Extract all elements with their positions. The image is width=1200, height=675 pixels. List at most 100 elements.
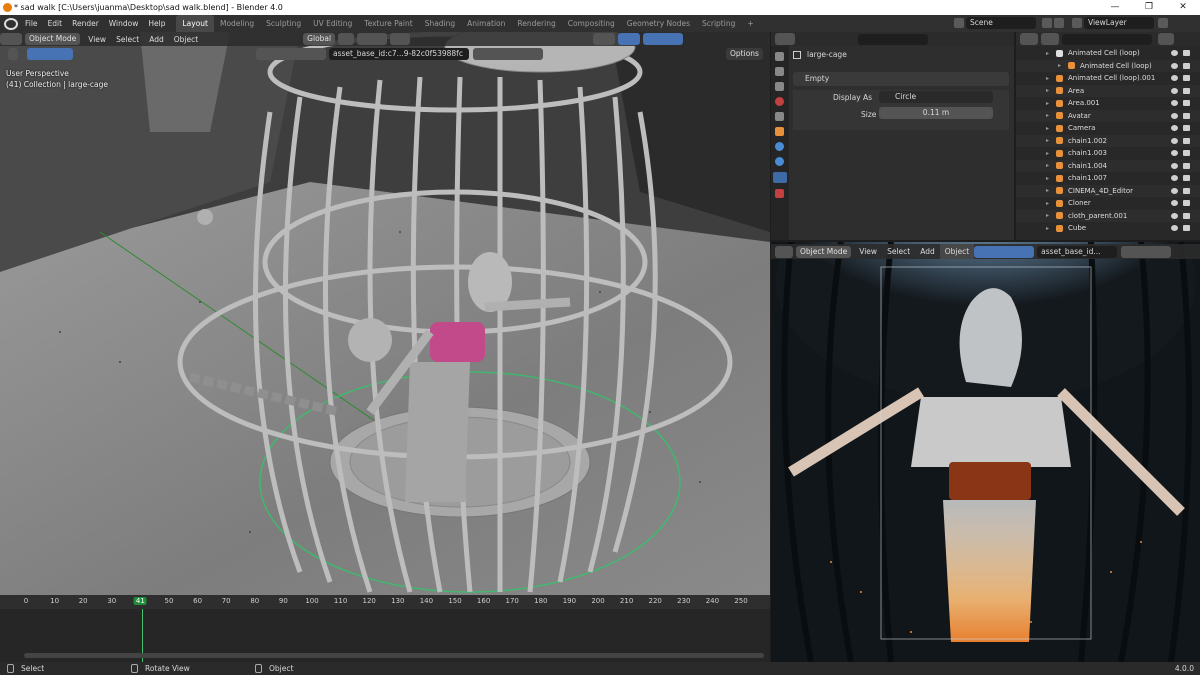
- visibility-eye-icon[interactable]: [1171, 150, 1178, 156]
- outliner-row[interactable]: ▸ Animated Cell (loop): [1016, 47, 1200, 60]
- render-asset-tools[interactable]: [1121, 245, 1172, 258]
- expand-arrow-icon[interactable]: ▸: [1046, 75, 1049, 82]
- minimize-button[interactable]: —: [1098, 0, 1132, 15]
- expand-arrow-icon[interactable]: ▸: [1046, 150, 1049, 157]
- visibility-eye-icon[interactable]: [1171, 200, 1178, 206]
- tab-constraints-icon[interactable]: [775, 157, 784, 166]
- properties-editor-type[interactable]: [775, 33, 795, 45]
- asset-tools[interactable]: [473, 48, 543, 60]
- outliner-row[interactable]: ▸ Area: [1016, 84, 1200, 97]
- render-camera-icon[interactable]: [1183, 175, 1190, 181]
- outliner-row[interactable]: ▸ Camera: [1016, 122, 1200, 135]
- render-visibility-icons[interactable]: [974, 245, 1035, 258]
- viewport-menu-object[interactable]: Object: [169, 32, 203, 46]
- proportional-button[interactable]: [390, 33, 411, 45]
- tab-output-icon[interactable]: [775, 82, 784, 91]
- tab-data-icon[interactable]: [773, 172, 787, 183]
- outliner-row[interactable]: ▸ chain1.007: [1016, 172, 1200, 185]
- new-viewlayer-icon[interactable]: [1158, 18, 1168, 28]
- expand-arrow-icon[interactable]: ▸: [1046, 200, 1049, 207]
- viewport-menu-add[interactable]: Add: [144, 32, 169, 46]
- tab-sculpting[interactable]: Sculpting: [260, 15, 307, 32]
- tab-texture-icon[interactable]: [775, 189, 784, 198]
- outliner-editor-type[interactable]: [1020, 33, 1038, 45]
- tab-texture-paint[interactable]: Texture Paint: [358, 15, 418, 32]
- expand-arrow-icon[interactable]: ▸: [1058, 62, 1061, 69]
- expand-arrow-icon[interactable]: ▸: [1046, 125, 1049, 132]
- visibility-eye-icon[interactable]: [1171, 50, 1178, 56]
- display-as-dropdown[interactable]: Circle: [879, 91, 993, 103]
- viewport-menu-view[interactable]: View: [83, 32, 111, 46]
- expand-arrow-icon[interactable]: ▸: [1046, 225, 1049, 232]
- visibility-eye-icon[interactable]: [1171, 75, 1178, 81]
- tab-shading[interactable]: Shading: [419, 15, 461, 32]
- tab-render-icon[interactable]: [775, 67, 784, 76]
- render-camera-icon[interactable]: [1183, 100, 1190, 106]
- menu-file[interactable]: File: [20, 15, 43, 32]
- filter-button[interactable]: [1158, 33, 1174, 45]
- add-workspace-button[interactable]: +: [741, 15, 759, 32]
- render-menu-view[interactable]: View: [854, 244, 882, 259]
- render-object-mode-dropdown[interactable]: Object Mode: [796, 245, 852, 258]
- orientation-dropdown[interactable]: Global: [303, 33, 336, 45]
- render-camera-icon[interactable]: [1183, 187, 1190, 194]
- expand-arrow-icon[interactable]: ▸: [1046, 162, 1049, 169]
- outliner-row[interactable]: ▸ chain1.002: [1016, 134, 1200, 147]
- render-camera-icon[interactable]: [1183, 137, 1190, 144]
- maximize-button[interactable]: ❐: [1132, 0, 1166, 15]
- properties-search[interactable]: [858, 33, 928, 45]
- 3d-viewport[interactable]: Object Mode View Select Add Object Globa…: [0, 32, 770, 595]
- menu-render[interactable]: Render: [67, 15, 104, 32]
- tab-compositing[interactable]: Compositing: [562, 15, 621, 32]
- render-camera-icon[interactable]: [1183, 62, 1190, 69]
- visibility-eye-icon[interactable]: [1171, 112, 1178, 119]
- timeline[interactable]: 0 10 20 30 41 50 60 70 80 90 100 110 120 130 140 150 160…: [0, 595, 770, 662]
- tab-object-icon[interactable]: [775, 127, 784, 136]
- outliner-search[interactable]: [1062, 33, 1152, 45]
- render-camera-icon[interactable]: [1183, 150, 1190, 156]
- tab-layout[interactable]: Layout: [176, 15, 214, 32]
- visibility-eye-icon[interactable]: [1171, 137, 1178, 144]
- expand-arrow-icon[interactable]: ▸: [1046, 212, 1049, 219]
- tab-uv-editing[interactable]: UV Editing: [307, 15, 358, 32]
- render-camera-icon[interactable]: [1183, 112, 1190, 119]
- visibility-eye-icon[interactable]: [1171, 175, 1178, 181]
- overlay-button[interactable]: [618, 33, 641, 45]
- viewlayer-field[interactable]: ViewLayer: [1084, 17, 1154, 29]
- outliner-row[interactable]: ▸ CINEMA_4D_Editor: [1016, 184, 1200, 197]
- outliner-row[interactable]: ▸ chain1.004: [1016, 159, 1200, 172]
- object-mode-dropdown[interactable]: Object Mode: [25, 33, 81, 45]
- tab-geometry-nodes[interactable]: Geometry Nodes: [621, 15, 696, 32]
- tab-tool-icon[interactable]: [775, 52, 784, 61]
- viewport-menu-select[interactable]: Select: [111, 32, 144, 46]
- asset-search-input[interactable]: asset_base_id:c7...9-82c0f53988fc: [329, 48, 469, 60]
- empty-panel-header[interactable]: Empty: [793, 72, 1009, 86]
- visibility-eye-icon[interactable]: [1171, 225, 1178, 231]
- visibility-eye-icon[interactable]: [1171, 162, 1178, 169]
- expand-arrow-icon[interactable]: ▸: [1046, 175, 1049, 182]
- object-visibility-icons[interactable]: [256, 48, 326, 60]
- tab-physics-icon[interactable]: [775, 142, 784, 151]
- shading-solid-button[interactable]: [643, 33, 684, 45]
- visibility-eye-icon[interactable]: [1171, 187, 1178, 194]
- outliner-row[interactable]: ▸ Cube: [1016, 222, 1200, 235]
- snap-button[interactable]: [357, 33, 388, 45]
- menu-window[interactable]: Window: [104, 15, 144, 32]
- visibility-eye-icon[interactable]: [1171, 100, 1178, 106]
- gizmo-button[interactable]: [593, 33, 616, 45]
- tab-scene-icon[interactable]: [775, 97, 784, 106]
- render-camera-icon[interactable]: [1183, 200, 1190, 206]
- render-camera-icon[interactable]: [1183, 50, 1190, 56]
- tab-animation[interactable]: Animation: [461, 15, 511, 32]
- render-camera-icon[interactable]: [1183, 212, 1190, 219]
- visibility-eye-icon[interactable]: [1171, 125, 1178, 131]
- pivot-button[interactable]: [338, 33, 355, 45]
- expand-arrow-icon[interactable]: ▸: [1046, 112, 1049, 119]
- menu-edit[interactable]: Edit: [43, 15, 68, 32]
- outliner-row[interactable]: ▸ Animated Cell (loop): [1016, 59, 1200, 72]
- tab-world-icon[interactable]: [775, 112, 784, 121]
- expand-arrow-icon[interactable]: ▸: [1046, 87, 1049, 94]
- expand-arrow-icon[interactable]: ▸: [1046, 100, 1049, 107]
- render-asset-search[interactable]: asset_base_id...: [1037, 245, 1118, 258]
- new-scene-icon[interactable]: [1054, 18, 1064, 28]
